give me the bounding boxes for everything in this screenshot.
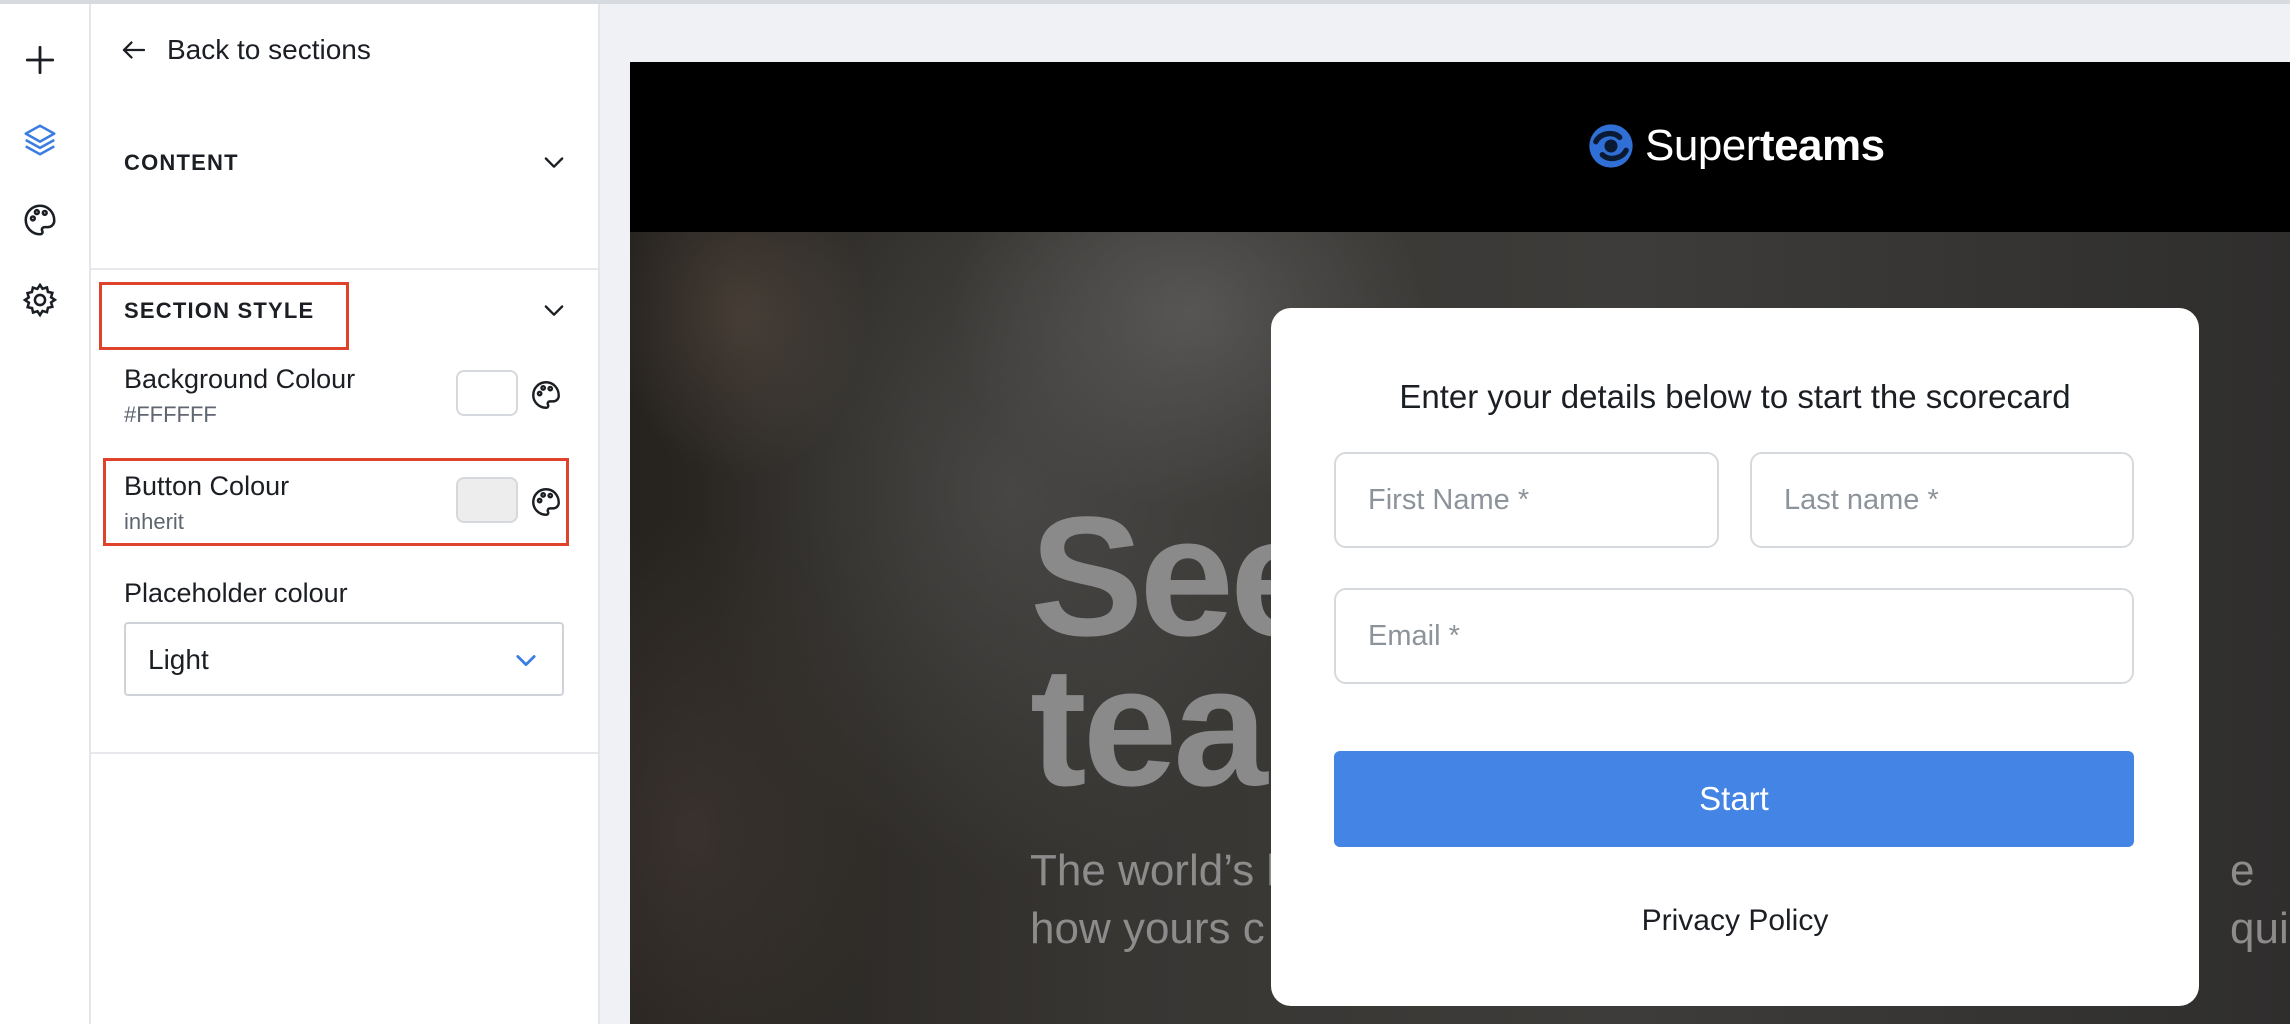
- logo-text-light: Super: [1645, 121, 1760, 170]
- icon-rail: [0, 4, 91, 1024]
- divider: [91, 752, 598, 754]
- palette-icon[interactable]: [529, 378, 563, 412]
- last-name-input[interactable]: [1750, 452, 2134, 548]
- placeholder-colour-select[interactable]: Light: [124, 622, 564, 696]
- scorecard-form-card: Enter your details below to start the sc…: [1271, 308, 2199, 1006]
- palette-icon[interactable]: [529, 485, 563, 519]
- theme-button[interactable]: [16, 196, 64, 244]
- content-section-header[interactable]: CONTENT: [124, 150, 239, 176]
- section-settings-panel: Back to sections CONTENT SECTION STYLE B…: [91, 4, 600, 1024]
- placeholder-colour-value: Light: [148, 644, 209, 675]
- button-colour-swatch[interactable]: [456, 477, 518, 523]
- background-colour-label: Background Colour: [124, 364, 356, 394]
- button-colour-label: Button Colour: [124, 471, 290, 501]
- chevron-down-icon[interactable]: [540, 148, 568, 176]
- email-input[interactable]: [1334, 588, 2134, 684]
- chevron-down-icon[interactable]: [540, 296, 568, 324]
- plus-icon: [25, 45, 55, 75]
- logo-text-bold: teams: [1759, 121, 1885, 170]
- button-colour-value: inherit: [124, 509, 184, 534]
- arrow-left-icon: [122, 41, 146, 59]
- background-colour-swatch[interactable]: [456, 370, 518, 416]
- start-button[interactable]: Start: [1334, 751, 2134, 847]
- privacy-policy-link[interactable]: Privacy Policy: [1271, 904, 2199, 938]
- layers-icon: [24, 124, 56, 156]
- palette-icon: [24, 204, 56, 236]
- background-colour-value: #FFFFFF: [124, 402, 217, 427]
- first-name-input[interactable]: [1334, 452, 1719, 548]
- sections-button[interactable]: [16, 116, 64, 164]
- settings-button[interactable]: [16, 276, 64, 324]
- chevron-down-icon: [516, 655, 536, 667]
- back-to-sections-link[interactable]: Back to sections: [119, 34, 371, 66]
- page-preview: Superteams See tea o The world’s l how y…: [630, 62, 2290, 1024]
- logo-text: Superteams: [1645, 121, 1885, 171]
- superteams-logo: Superteams: [1585, 120, 1885, 172]
- gear-icon: [22, 282, 58, 318]
- section-style-header[interactable]: SECTION STYLE: [124, 298, 314, 324]
- placeholder-colour-label: Placeholder colour: [124, 578, 348, 608]
- superteams-logo-icon: [1589, 124, 1633, 168]
- back-label: Back to sections: [167, 34, 371, 65]
- form-title: Enter your details below to start the sc…: [1399, 378, 2071, 415]
- add-section-button[interactable]: [16, 36, 64, 84]
- hero-subtitle-tail: e quiz: [2230, 846, 2290, 953]
- divider: [91, 268, 598, 270]
